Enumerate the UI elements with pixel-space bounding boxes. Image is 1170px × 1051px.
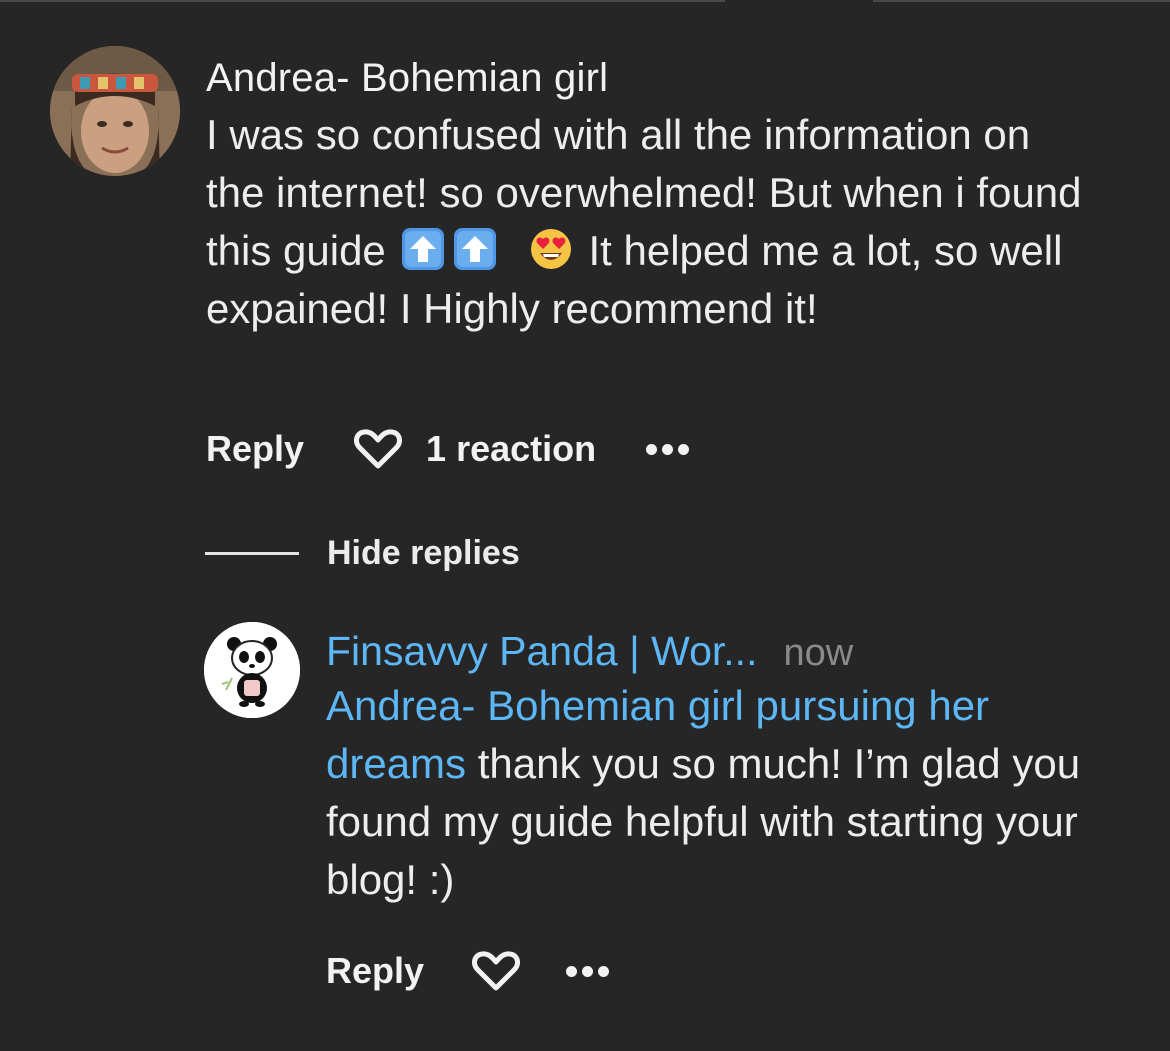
reply-avatar[interactable] [204, 622, 300, 718]
panda-logo-icon [204, 622, 300, 718]
avatar[interactable] [50, 46, 180, 176]
comment-author[interactable]: Andrea- Bohemian girl [206, 50, 1086, 106]
up-arrow-emoji [401, 227, 445, 271]
more-options-icon[interactable] [566, 965, 610, 977]
reply-header: Finsavvy Panda | Wor... now [326, 628, 1126, 675]
comment-actions: Reply 1 reaction [206, 424, 690, 474]
hide-replies-label: Hide replies [327, 534, 520, 572]
heart-icon[interactable] [472, 950, 521, 992]
reply-author[interactable]: Finsavvy Panda | Wor... [326, 628, 757, 675]
heart-eyes-emoji [529, 227, 573, 271]
reaction-count[interactable]: 1 reaction [426, 428, 596, 470]
avatar-photo [50, 46, 180, 176]
comment-text: I was so confused with all the informati… [206, 106, 1086, 338]
reply-text: Andrea- Bohemian girl pursuing her dream… [326, 677, 1126, 909]
reply-reply-button[interactable]: Reply [326, 950, 424, 992]
reply-actions: Reply [326, 946, 610, 996]
up-arrow-emoji [453, 227, 497, 271]
more-options-icon[interactable] [646, 443, 690, 455]
reply-body: Finsavvy Panda | Wor... now Andrea- Bohe… [326, 622, 1126, 909]
hide-replies-line [205, 552, 299, 555]
reply-button[interactable]: Reply [206, 428, 304, 470]
hide-replies-button[interactable]: Hide replies [205, 534, 520, 573]
top-divider-left [0, 0, 725, 2]
reply-timestamp: now [783, 632, 854, 674]
top-divider-right [873, 0, 1170, 2]
comment-body: Andrea- Bohemian girl I was so confused … [206, 46, 1086, 338]
heart-icon[interactable] [354, 428, 403, 470]
